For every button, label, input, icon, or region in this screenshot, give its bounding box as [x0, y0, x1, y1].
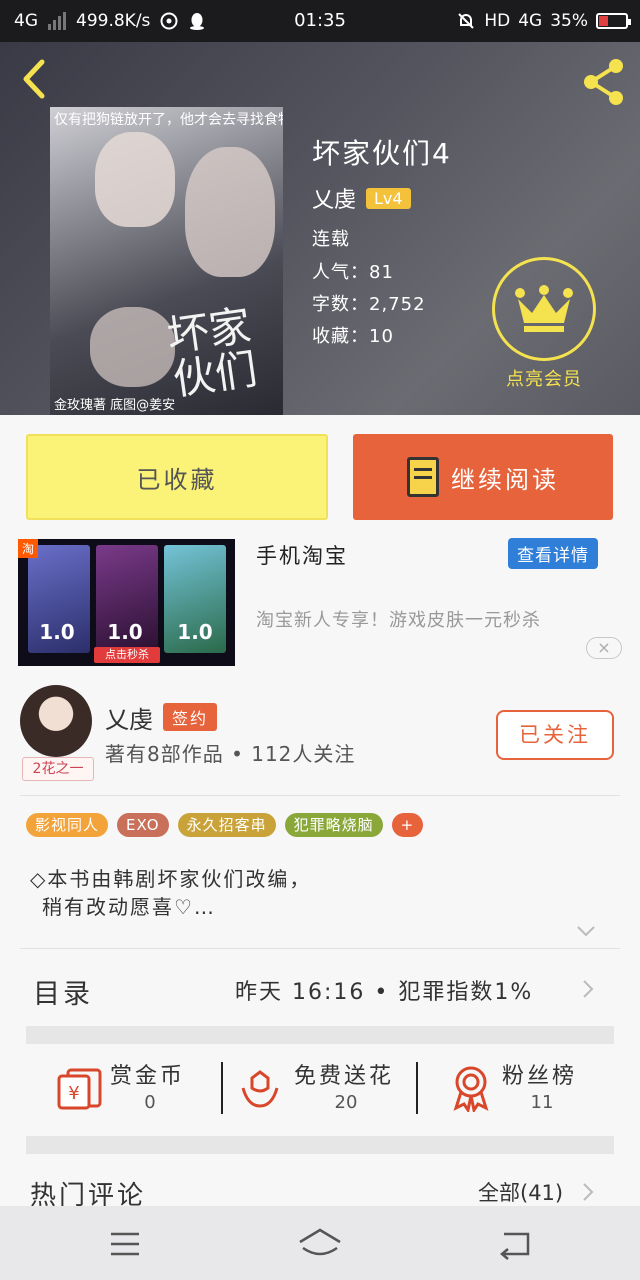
book-description[interactable]: ◇本书由韩剧坏家伙们改编， 稍有改动愿喜♡… — [30, 865, 311, 921]
add-tag-button[interactable]: + — [391, 813, 424, 837]
taobao-tag: 淘 — [18, 539, 39, 558]
chevron-down-icon[interactable] — [575, 920, 597, 942]
network-type: 4G — [14, 11, 38, 31]
section-divider — [26, 1136, 614, 1154]
network-speed: 499.8K/s — [76, 11, 151, 31]
back-nav-icon[interactable] — [490, 1224, 540, 1264]
stat-label: 免费送花 — [294, 1064, 395, 1089]
stat-separator — [416, 1062, 418, 1114]
book-icon — [407, 457, 439, 497]
status-right: HD 4G 35% — [456, 0, 631, 42]
svg-text:¥: ¥ — [68, 1083, 79, 1104]
vip-label: 点亮会员 — [506, 369, 582, 390]
share-icon[interactable] — [578, 56, 630, 108]
book-word-count: 字数：2,752 — [312, 294, 426, 315]
tag-list: 影视同人 EXO 永久招客串 犯罪略烧脑 + — [26, 813, 424, 837]
section-divider — [26, 1026, 614, 1044]
book-detail-page: 01:35 4G 499.8K/s HD 4G 35% 仅有把狗链放开了，他才会… — [0, 0, 640, 1280]
tag-chip[interactable]: 犯罪略烧脑 — [284, 813, 383, 837]
continue-reading-button[interactable]: 继续阅读 — [353, 434, 613, 520]
cover-title-text: 坏家伙们 — [164, 300, 261, 405]
home-icon[interactable] — [295, 1224, 345, 1264]
flower-icon — [241, 1070, 279, 1108]
mute-bell-icon — [458, 13, 475, 29]
ad-description: 淘宝新人专享！游戏皮肤一元秒杀 — [256, 610, 541, 631]
vip-circle — [492, 257, 596, 361]
book-header: 仅有把狗链放开了，他才会去寻找食物 坏家伙们 金玫瑰著 底图@姜安 坏家伙们4 … — [0, 42, 640, 415]
ad-banner[interactable]: 淘 1.0 1.0 1.0 点击秒杀 手机淘宝 查看详情 淘宝新人专享！游戏皮肤… — [0, 530, 640, 670]
netease-music-icon — [160, 12, 178, 30]
tag-chip[interactable]: 永久招客串 — [177, 813, 276, 837]
description-line: 稍有改动愿喜♡… — [42, 895, 216, 919]
view-detail-button[interactable]: 查看详情 — [508, 538, 598, 569]
follow-button[interactable]: 已关注 — [496, 710, 614, 760]
tag-chip[interactable]: 影视同人 — [26, 813, 109, 837]
book-popularity: 人气：81 — [312, 262, 394, 283]
status-bar: 01:35 4G 499.8K/s HD 4G 35% — [0, 0, 640, 42]
ad-close-button[interactable]: × — [586, 637, 622, 659]
network-type-right: 4G — [518, 11, 543, 31]
header-author-name[interactable]: 乂虔 — [312, 182, 356, 214]
vip-button[interactable]: 点亮会员 — [492, 257, 596, 397]
chevron-right-icon — [583, 980, 594, 998]
signal-icon — [48, 12, 66, 30]
ad-cta[interactable]: 点击秒杀 — [94, 647, 160, 663]
catalog-row[interactable]: 目录 昨天 16:16 • 犯罪指数1% — [0, 950, 640, 1026]
back-icon[interactable] — [16, 54, 56, 104]
signed-badge: 签约 — [163, 703, 218, 731]
stat-value: 20 — [334, 1092, 358, 1113]
chevron-right-icon[interactable] — [580, 1181, 596, 1203]
continue-reading-label: 继续阅读 — [451, 465, 559, 494]
cover-figure — [90, 307, 175, 387]
author-stats: 著有8部作品 • 112人关注 — [105, 742, 356, 766]
reward-coin-icon: ¥ — [57, 1068, 102, 1110]
level-badge: Lv4 — [366, 187, 411, 209]
all-comments-link[interactable]: 全部(41) — [478, 1177, 563, 1207]
cover-top-text: 仅有把狗链放开了，他才会去寻找食物 — [54, 112, 283, 128]
medal-icon — [453, 1066, 489, 1112]
cover-figure — [95, 132, 175, 227]
stat-value: 0 — [144, 1092, 156, 1113]
crown-icon — [515, 285, 573, 332]
ad-price: 1.0 — [177, 620, 213, 644]
stat-value: 11 — [530, 1092, 554, 1113]
stat-separator — [221, 1062, 223, 1114]
ad-price: 1.0 — [107, 620, 143, 644]
ad-price: 1.0 — [39, 620, 75, 644]
hd-indicator: HD — [484, 11, 511, 31]
description-line: ◇本书由韩剧坏家伙们改编， — [30, 867, 312, 891]
ad-title: 手机淘宝 — [256, 544, 348, 568]
catalog-info: 昨天 16:16 • 犯罪指数1% — [235, 980, 534, 1005]
menu-icon[interactable] — [100, 1224, 150, 1264]
book-cover[interactable]: 仅有把狗链放开了，他才会去寻找食物 坏家伙们 金玫瑰著 底图@姜安 — [50, 107, 283, 415]
cover-figure — [185, 147, 275, 277]
book-status: 连载 — [312, 229, 350, 250]
system-nav-bar — [0, 1206, 640, 1280]
collected-button[interactable]: 已收藏 — [26, 434, 328, 520]
stat-fan-ranking[interactable]: 粉丝榜 11 — [502, 1058, 592, 1122]
cover-bottom-text: 金玫瑰著 底图@姜安 — [54, 398, 176, 413]
book-title: 坏家伙们4 — [312, 137, 452, 170]
stat-label: 粉丝榜 — [502, 1064, 578, 1089]
divider — [20, 795, 620, 796]
battery-icon — [596, 13, 631, 29]
avatar-badge: 2花之一 — [22, 757, 94, 781]
battery-percent: 35% — [550, 11, 588, 31]
book-favorites: 收藏：10 — [312, 326, 394, 347]
status-left: 4G 499.8K/s — [14, 0, 206, 42]
ad-image[interactable]: 淘 1.0 1.0 1.0 点击秒杀 — [18, 539, 235, 666]
stat-reward[interactable]: 赏金币 0 — [110, 1058, 200, 1122]
author-row: 乂虔 Lv4 — [312, 182, 411, 214]
qq-icon — [190, 13, 205, 30]
tag-chip[interactable]: EXO — [117, 813, 169, 837]
catalog-title: 目录 — [33, 979, 93, 1010]
stat-free-flower[interactable]: 免费送花 20 — [294, 1058, 404, 1122]
divider — [20, 948, 620, 949]
author-avatar[interactable] — [20, 685, 92, 757]
stat-label: 赏金币 — [110, 1064, 186, 1089]
author-name[interactable]: 乂虔 — [105, 700, 153, 735]
